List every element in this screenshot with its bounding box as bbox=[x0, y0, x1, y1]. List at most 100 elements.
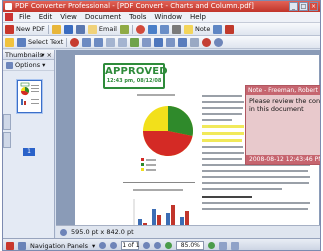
approved-stamp[interactable]: APPROVED 12:43 pm, 08/12/08 bbox=[103, 63, 168, 89]
note-label: Note bbox=[194, 25, 211, 33]
snapshot-icon[interactable] bbox=[130, 37, 140, 47]
fit-page-icon[interactable] bbox=[106, 37, 116, 47]
menu-view[interactable]: View bbox=[56, 12, 81, 23]
toolbar-separator bbox=[66, 37, 68, 47]
email-icon bbox=[87, 24, 97, 34]
note-text[interactable]: Please review the content in this docume… bbox=[246, 95, 320, 115]
save-icon[interactable] bbox=[63, 24, 73, 34]
note-icon bbox=[183, 24, 193, 34]
info-icon[interactable] bbox=[214, 37, 224, 47]
maximize-button[interactable]: □ bbox=[299, 2, 308, 11]
caption-line bbox=[137, 94, 175, 96]
document-menu-icon[interactable] bbox=[5, 13, 13, 21]
open-folder-icon[interactable] bbox=[51, 24, 61, 34]
note-header[interactable]: Note - Freeman, Robert × bbox=[246, 86, 320, 95]
page-indicator[interactable]: 1 of 1 bbox=[121, 241, 140, 250]
navigation-panels-button[interactable]: Navigation Panels bbox=[30, 242, 88, 250]
email-label: Email bbox=[98, 25, 117, 33]
side-tab-bookmarks[interactable] bbox=[3, 132, 11, 148]
next-page-icon[interactable] bbox=[143, 242, 151, 249]
highlight-annotation[interactable] bbox=[202, 125, 244, 128]
security-icon[interactable] bbox=[119, 24, 129, 34]
thumbnails-panel: Thumbnails ▾ × Options ▾ 1 bbox=[3, 50, 55, 238]
status-bar: Navigation Panels ▾ 1 of 1 85.0% bbox=[3, 238, 320, 250]
divider bbox=[123, 182, 195, 183]
crop-icon[interactable] bbox=[154, 37, 164, 47]
menu-document[interactable]: Document bbox=[81, 12, 125, 23]
pie-slice-red bbox=[142, 131, 193, 157]
bookmark-icon[interactable] bbox=[178, 37, 188, 47]
navigation-panels-icon bbox=[18, 241, 26, 250]
zoom-out-icon[interactable] bbox=[165, 242, 173, 249]
highlight-annotation[interactable] bbox=[202, 139, 242, 142]
close-panel-icon[interactable] bbox=[6, 241, 14, 250]
options-label: Options bbox=[15, 61, 41, 69]
hand-tool-icon[interactable] bbox=[147, 24, 157, 34]
shape-icon[interactable] bbox=[225, 24, 235, 34]
menu-file[interactable]: File bbox=[15, 12, 35, 23]
thumbnail-page-number: 1 bbox=[23, 148, 35, 156]
window-title: PDF Converter Professional - [PDF Conver… bbox=[15, 2, 254, 10]
select-text-icon bbox=[17, 37, 26, 47]
new-pdf-button[interactable]: New PDF bbox=[5, 24, 45, 34]
zoom-icon[interactable] bbox=[159, 24, 169, 34]
zoom-in-icon[interactable] bbox=[82, 37, 92, 47]
last-page-icon[interactable] bbox=[154, 242, 162, 249]
new-pdf-icon bbox=[5, 24, 14, 34]
menu-edit[interactable]: Edit bbox=[35, 12, 57, 23]
pdf-page: APPROVED 12:43 pm, 08/12/08 Note - Freem… bbox=[75, 55, 320, 238]
pen-icon[interactable] bbox=[171, 24, 181, 34]
app-icon bbox=[5, 3, 12, 10]
attach-icon[interactable] bbox=[190, 37, 200, 47]
previous-page-icon[interactable] bbox=[70, 37, 80, 47]
select-text-button[interactable]: Select Text bbox=[17, 37, 64, 47]
page-size-icon bbox=[60, 228, 67, 236]
side-tab-pages[interactable] bbox=[3, 114, 11, 130]
fit-width-icon[interactable] bbox=[118, 37, 128, 47]
window-controls: _ □ × bbox=[289, 2, 318, 11]
note-button[interactable]: Note bbox=[183, 24, 211, 34]
page-size-text: 595.0 pt x 842.0 pt bbox=[71, 228, 134, 236]
main-toolbar: New PDF Email Note bbox=[3, 23, 320, 36]
close-button[interactable]: × bbox=[309, 2, 318, 11]
panel-close-icon[interactable]: ▾ × bbox=[41, 50, 52, 60]
stamp-title: APPROVED bbox=[105, 66, 168, 77]
link-icon[interactable] bbox=[166, 37, 176, 47]
single-page-icon[interactable] bbox=[219, 241, 228, 250]
pie-slice-green bbox=[168, 106, 194, 136]
menu-window[interactable]: Window bbox=[150, 12, 186, 23]
thumbnails-header: Thumbnails ▾ × bbox=[3, 50, 54, 60]
menu-help[interactable]: Help bbox=[186, 12, 210, 23]
hand-icon[interactable] bbox=[5, 37, 14, 47]
panel-side-tabs bbox=[3, 114, 11, 150]
text-box-icon[interactable] bbox=[213, 24, 223, 34]
zoom-in-icon[interactable] bbox=[208, 242, 216, 249]
rotate-icon[interactable] bbox=[142, 37, 152, 47]
title-bar: PDF Converter Professional - [PDF Conver… bbox=[3, 1, 320, 12]
continuous-page-icon[interactable] bbox=[231, 241, 240, 250]
select-text-label: Select Text bbox=[28, 38, 64, 46]
zoom-out-icon[interactable] bbox=[94, 37, 104, 47]
legend-item bbox=[141, 168, 156, 173]
print-icon[interactable] bbox=[75, 24, 85, 34]
document-viewer[interactable]: APPROVED 12:43 pm, 08/12/08 Note - Freem… bbox=[56, 50, 320, 238]
thumbnails-title: Thumbnails bbox=[5, 51, 43, 59]
previous-page-icon[interactable] bbox=[110, 242, 118, 249]
minimize-button[interactable]: _ bbox=[289, 2, 298, 11]
page-thumbnail[interactable] bbox=[17, 80, 42, 113]
highlight-annotation[interactable] bbox=[202, 132, 244, 135]
menu-tools[interactable]: Tools bbox=[125, 12, 150, 23]
new-pdf-label: New PDF bbox=[16, 25, 45, 33]
pie-chart bbox=[142, 106, 194, 157]
options-button[interactable]: Options ▾ bbox=[3, 60, 54, 71]
help-icon[interactable] bbox=[202, 37, 212, 47]
chevron-down-icon[interactable]: ▾ bbox=[92, 242, 95, 250]
toolbar-separator bbox=[47, 24, 49, 34]
thumbnail-preview bbox=[20, 82, 39, 105]
zoom-level[interactable]: 85.0% bbox=[176, 241, 205, 250]
pie-legend bbox=[141, 158, 156, 173]
first-page-icon[interactable] bbox=[99, 242, 107, 249]
note-popup[interactable]: Note - Freeman, Robert × Please review t… bbox=[245, 85, 320, 165]
stamp-icon[interactable] bbox=[135, 24, 145, 34]
email-button[interactable]: Email bbox=[87, 24, 117, 34]
